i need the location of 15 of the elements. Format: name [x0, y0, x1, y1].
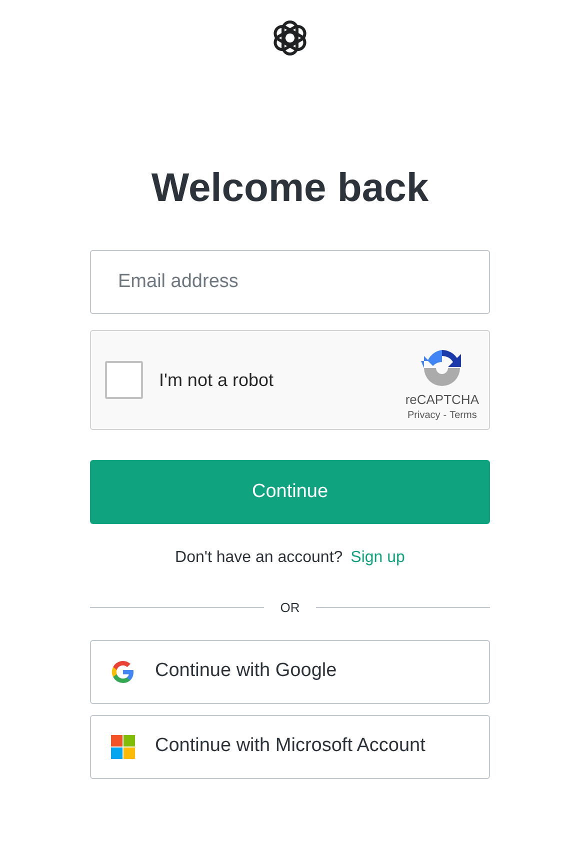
captcha-label: I'm not a robot: [159, 368, 274, 392]
link-separator: -: [443, 409, 447, 423]
microsoft-signin-button[interactable]: Continue with Microsoft Account: [90, 714, 490, 778]
recaptcha-icon: [421, 347, 464, 389]
recaptcha-brand: reCAPTCHA: [405, 391, 479, 409]
email-field[interactable]: Email address: [90, 250, 490, 314]
privacy-link[interactable]: Privacy: [407, 409, 440, 423]
microsoft-icon: [111, 734, 135, 758]
signup-prompt: Don't have an account?: [175, 548, 343, 568]
divider-label: OR: [280, 599, 300, 617]
terms-link[interactable]: Terms: [450, 409, 477, 423]
google-signin-button[interactable]: Continue with Google: [90, 640, 490, 704]
page-title: Welcome back: [151, 165, 429, 212]
captcha-checkbox[interactable]: [105, 361, 143, 399]
google-icon: [111, 660, 135, 684]
